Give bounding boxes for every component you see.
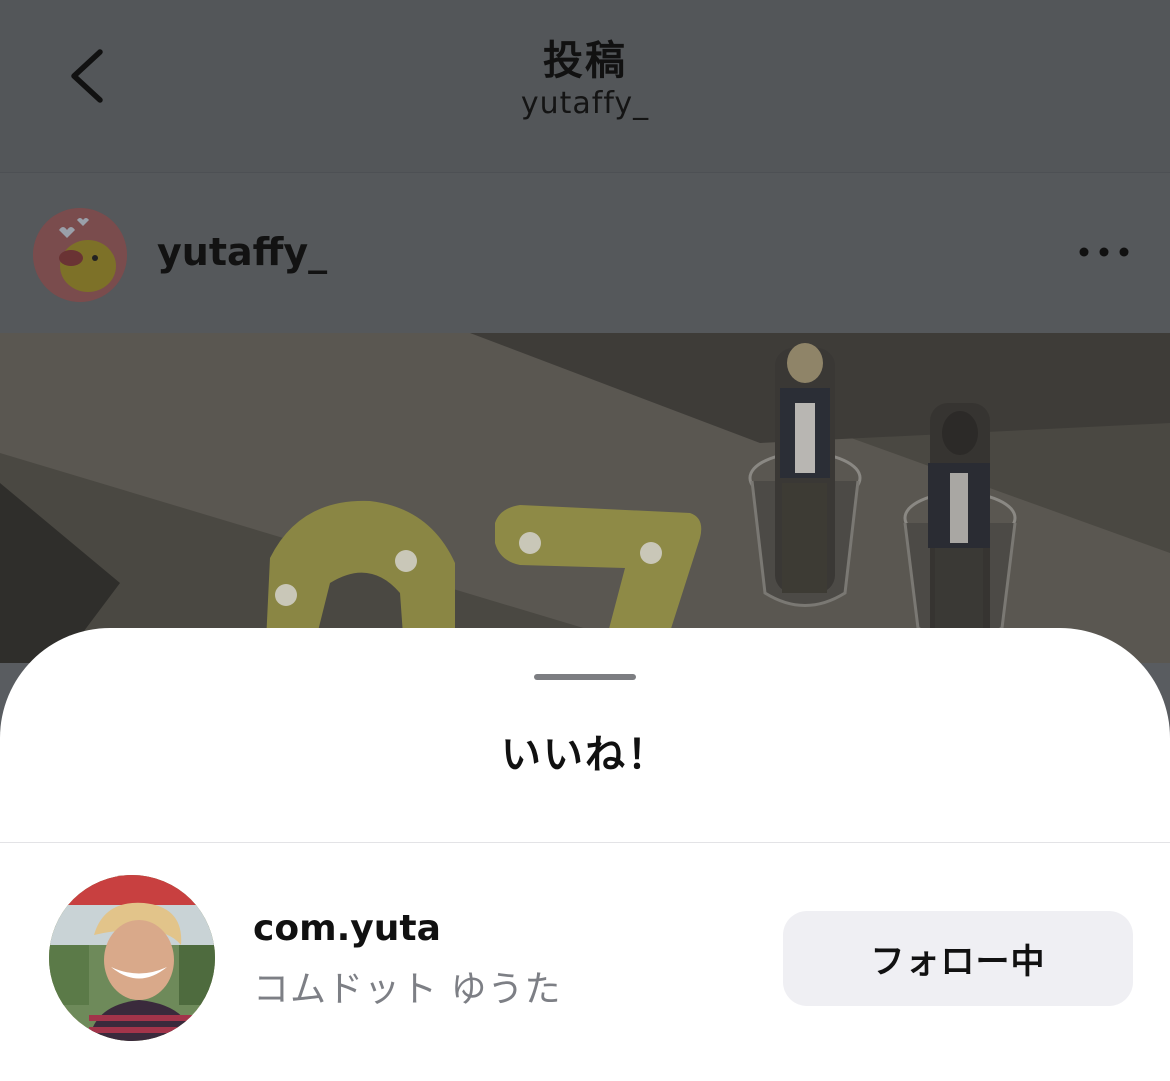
page-subtitle: yutaffy_	[520, 86, 650, 121]
post-photo-image	[0, 333, 1170, 663]
liker-avatar[interactable]	[49, 875, 215, 1041]
sheet-divider	[0, 842, 1170, 843]
liker-display-name: コムドット ゆうた	[253, 969, 562, 1010]
page-title: 投稿	[543, 38, 627, 84]
post-author-username[interactable]: yutaffy_	[157, 230, 327, 274]
more-options-button[interactable]	[1078, 240, 1130, 264]
navigation-bar: 投稿 yutaffy_	[0, 0, 1170, 172]
chick-avatar-image	[33, 208, 127, 302]
more-horizontal-icon	[1079, 247, 1129, 257]
post-author-avatar[interactable]	[33, 208, 127, 302]
likes-sheet-title: いいね！	[501, 732, 669, 778]
following-button[interactable]: フォロー中	[783, 911, 1133, 1006]
liker-avatar-image	[49, 875, 215, 1041]
post-photo[interactable]	[0, 333, 1170, 663]
liker-username[interactable]: com.yuta	[253, 908, 441, 949]
sheet-grabber-handle[interactable]	[534, 674, 636, 680]
